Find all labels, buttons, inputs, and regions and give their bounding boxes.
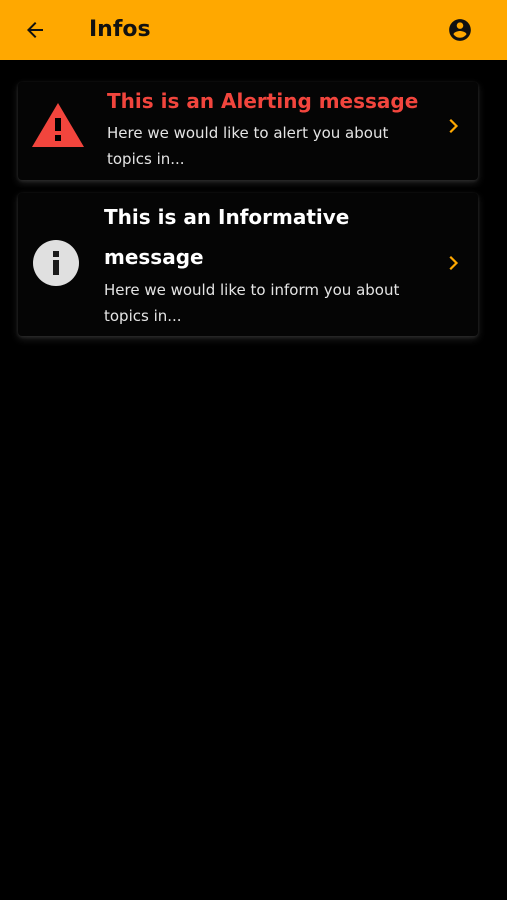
account-button[interactable]: [447, 17, 473, 43]
infos-screen: Infos This is an Alerting message Here w…: [0, 0, 507, 900]
chevron-right-icon: [446, 118, 462, 134]
info-circle-icon: [32, 239, 80, 287]
warning-triangle-icon: [30, 100, 86, 150]
info-message-card[interactable]: This is an Informative message Here we w…: [18, 193, 478, 336]
account-circle-icon: [449, 19, 471, 41]
alert-message-card[interactable]: This is an Alerting message Here we woul…: [18, 82, 478, 180]
message-preview: Here we would like to inform you about t…: [104, 281, 400, 325]
arrow-left-icon: [27, 22, 43, 38]
page-title: Infos: [89, 17, 151, 42]
message-title: This is an Informative message: [104, 205, 350, 269]
app-bar: Infos: [0, 0, 507, 60]
chevron-right-icon: [446, 255, 462, 271]
message-preview: Here we would like to alert you about to…: [107, 124, 389, 168]
back-button[interactable]: [22, 17, 48, 43]
message-title: This is an Alerting message: [107, 89, 419, 113]
